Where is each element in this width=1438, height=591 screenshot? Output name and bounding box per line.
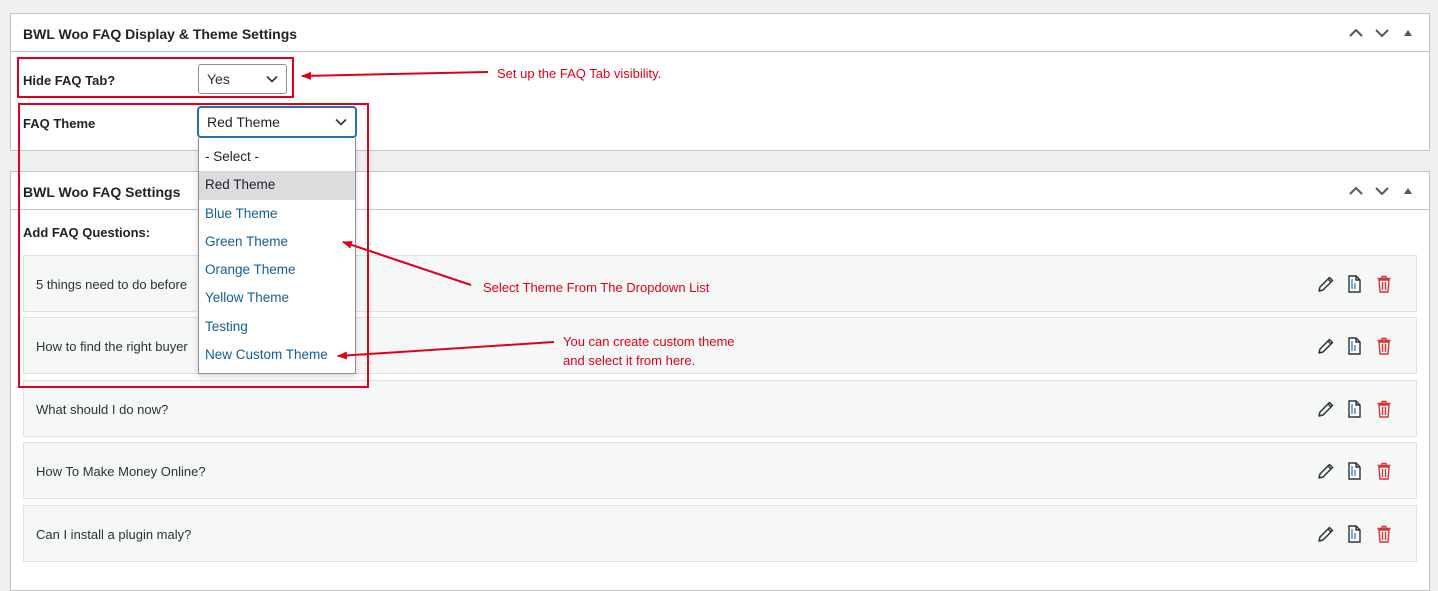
chevron-up-icon[interactable]	[1343, 181, 1369, 201]
faq-theme-label: FAQ Theme	[23, 116, 96, 131]
triangle-up-icon[interactable]	[1395, 181, 1421, 201]
copy-icon[interactable]	[1345, 336, 1365, 356]
pencil-icon[interactable]	[1316, 399, 1336, 419]
faq-question: 5 things need to do before	[36, 277, 188, 292]
faq-question: How To Make Money Online?	[36, 464, 206, 479]
annotation-text: Set up the FAQ Tab visibility.	[497, 66, 662, 81]
chevron-up-icon[interactable]	[1343, 23, 1369, 43]
faq-row: Can I install a plugin maly?	[23, 505, 1417, 562]
theme-option-select[interactable]: - Select -	[199, 143, 355, 171]
faq-actions	[1316, 461, 1394, 481]
triangle-up-icon[interactable]	[1395, 23, 1421, 43]
pencil-icon[interactable]	[1316, 274, 1336, 294]
trash-icon[interactable]	[1374, 399, 1394, 419]
faq-row: What should I do now?	[23, 380, 1417, 437]
theme-option-green[interactable]: Green Theme	[199, 228, 355, 256]
annotation-text: and select it from here.	[563, 353, 696, 368]
trash-icon[interactable]	[1374, 461, 1394, 481]
chevron-down-icon[interactable]	[1369, 23, 1395, 43]
theme-option-yellow[interactable]: Yellow Theme	[199, 284, 355, 312]
faq-actions	[1316, 274, 1394, 294]
postbox-title: BWL Woo FAQ Settings	[23, 184, 181, 200]
faq-actions	[1316, 336, 1394, 356]
faq-actions	[1316, 399, 1394, 419]
faq-question: Can I install a plugin maly?	[36, 527, 192, 542]
copy-icon[interactable]	[1345, 399, 1365, 419]
pencil-icon[interactable]	[1316, 336, 1336, 356]
handle-actions	[1343, 23, 1421, 43]
copy-icon[interactable]	[1345, 524, 1365, 544]
pencil-icon[interactable]	[1316, 524, 1336, 544]
hide-faq-tab-value: Yes	[207, 71, 230, 87]
theme-option-red[interactable]: Red Theme	[199, 171, 355, 200]
faq-theme-select[interactable]: Red Theme	[198, 107, 356, 137]
faq-actions	[1316, 524, 1394, 544]
hide-faq-tab-label: Hide FAQ Tab?	[23, 73, 116, 88]
chevron-down-icon	[335, 118, 347, 126]
chevron-down-icon[interactable]	[1369, 181, 1395, 201]
faq-question: How to find the right buyer	[36, 339, 188, 354]
handle-actions	[1343, 181, 1421, 201]
theme-option-new-custom[interactable]: New Custom Theme	[199, 341, 355, 369]
faq-row: How To Make Money Online?	[23, 442, 1417, 499]
chevron-down-icon	[266, 75, 278, 83]
annotation-text: Select Theme From The Dropdown List	[483, 280, 710, 295]
copy-icon[interactable]	[1345, 274, 1365, 294]
trash-icon[interactable]	[1374, 274, 1394, 294]
postbox-title: BWL Woo FAQ Display & Theme Settings	[23, 26, 298, 42]
hide-faq-tab-select[interactable]: Yes	[198, 64, 287, 94]
faq-theme-value: Red Theme	[207, 114, 280, 130]
theme-option-orange[interactable]: Orange Theme	[199, 256, 355, 284]
faq-question: What should I do now?	[36, 402, 169, 417]
annotation-text: You can create custom theme	[563, 334, 735, 349]
trash-icon[interactable]	[1374, 336, 1394, 356]
theme-option-testing[interactable]: Testing	[199, 313, 355, 341]
add-faq-questions-label: Add FAQ Questions:	[23, 225, 151, 240]
copy-icon[interactable]	[1345, 461, 1365, 481]
pencil-icon[interactable]	[1316, 461, 1336, 481]
trash-icon[interactable]	[1374, 524, 1394, 544]
faq-theme-dropdown-list: - Select - Red Theme Blue Theme Green Th…	[198, 138, 356, 374]
theme-option-blue[interactable]: Blue Theme	[199, 200, 355, 228]
postbox-header: BWL Woo FAQ Display & Theme Settings	[11, 14, 1429, 52]
